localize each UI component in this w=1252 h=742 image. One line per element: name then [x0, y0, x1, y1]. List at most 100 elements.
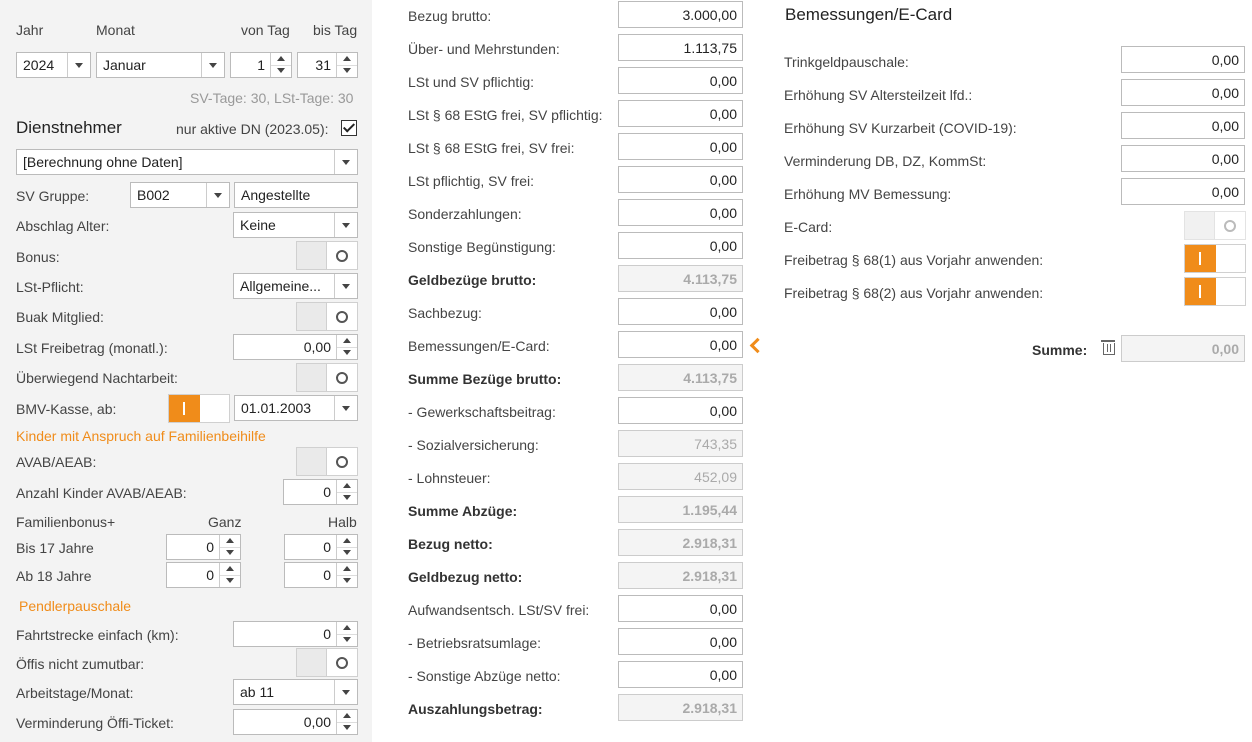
bemessung-row-label: Erhöhung SV Altersteilzeit lfd.: — [784, 87, 973, 103]
kinder-section-title: Kinder mit Anspruch auf Familienbeihilfe — [16, 428, 266, 444]
calc-row-field[interactable]: 0,00 — [618, 331, 743, 358]
spin-down-icon[interactable] — [337, 575, 357, 587]
calc-row-value: 0,00 — [709, 634, 737, 650]
bmv-toggle[interactable] — [168, 394, 230, 423]
bemessung-row-field[interactable]: 0,00 — [1121, 145, 1245, 172]
calc-row-label: Bezug netto: — [408, 536, 493, 552]
spin-down-icon[interactable] — [271, 65, 291, 77]
calc-row-field[interactable]: 0,00 — [618, 67, 743, 94]
chevron-down-icon[interactable] — [67, 53, 90, 77]
calc-row-field[interactable]: 0,00 — [618, 232, 743, 259]
calc-row-label: LSt § 68 EStG frei, SV frei: — [408, 140, 575, 156]
calc-row-label: Sonderzahlungen: — [408, 206, 522, 222]
chevron-down-icon[interactable] — [334, 274, 357, 298]
lst-pflicht-select[interactable]: Allgemeine... — [233, 273, 358, 299]
calc-row-field[interactable]: 0,00 — [618, 595, 743, 622]
chevron-down-icon[interactable] — [334, 680, 357, 704]
calc-row-field[interactable]: 0,00 — [618, 199, 743, 226]
nachtarbeit-toggle[interactable] — [296, 363, 358, 392]
fahrtstrecke-stepper[interactable]: 0 — [233, 621, 358, 647]
spin-down-icon[interactable] — [337, 492, 357, 504]
calc-row-label: - Sonstige Abzüge netto: — [408, 668, 561, 684]
verminderung-stepper[interactable]: 0,00 — [233, 709, 358, 735]
calc-row-field[interactable]: 0,00 — [618, 298, 743, 325]
calc-row-field[interactable]: 0,00 — [618, 397, 743, 424]
chevron-down-icon[interactable] — [334, 396, 357, 420]
calc-row-field[interactable]: 0,00 — [618, 628, 743, 655]
calc-row-label: LSt pflichtig, SV frei: — [408, 173, 535, 189]
day-to-stepper[interactable]: 31 — [297, 52, 358, 78]
bonus-toggle[interactable] — [296, 241, 358, 270]
spin-down-icon[interactable] — [337, 634, 357, 646]
avab-toggle[interactable] — [296, 447, 358, 476]
verminderung-value: 0,00 — [303, 714, 331, 730]
bmv-date-select[interactable]: 01.01.2003 — [234, 395, 358, 421]
year-select[interactable]: 2024 — [16, 52, 91, 78]
calc-row-value: 3.000,00 — [682, 7, 738, 23]
calc-row-field: 2.918,31 — [618, 694, 743, 721]
bis17-ganz-stepper[interactable]: 0 — [166, 534, 241, 560]
oeffis-toggle[interactable] — [296, 648, 358, 677]
spin-down-icon[interactable] — [337, 722, 357, 734]
buak-label: Buak Mitglied: — [16, 309, 104, 325]
bemessung-row-label: Erhöhung SV Kurzarbeit (COVID-19): — [784, 120, 1017, 136]
sv-gruppe-select[interactable]: B002 — [130, 182, 230, 208]
freibetrag2-toggle[interactable] — [1184, 277, 1246, 306]
calc-row-field[interactable]: 0,00 — [618, 166, 743, 193]
calc-row-field[interactable]: 0,00 — [618, 133, 743, 160]
bemessung-row-field[interactable]: 0,00 — [1121, 178, 1245, 205]
arbeitstage-select[interactable]: ab 11 — [233, 679, 358, 705]
bonus-label: Bonus: — [16, 249, 60, 265]
employee-select[interactable]: [Berechnung ohne Daten] — [16, 149, 358, 175]
spin-down-icon[interactable] — [337, 547, 357, 559]
chevron-down-icon[interactable] — [206, 183, 229, 207]
abschlag-select[interactable]: Keine — [233, 212, 358, 238]
spin-down-icon[interactable] — [337, 347, 357, 359]
ab18-halb-stepper[interactable]: 0 — [284, 562, 358, 588]
trash-icon[interactable] — [1101, 340, 1115, 355]
summe-value: 0,00 — [1211, 341, 1239, 357]
chevron-down-icon[interactable] — [334, 150, 357, 174]
abschlag-value: Keine — [240, 217, 276, 233]
summe-field: 0,00 — [1121, 335, 1245, 362]
month-select[interactable]: Januar — [96, 52, 225, 78]
buak-toggle[interactable] — [296, 302, 358, 331]
bemessung-row-value: 0,00 — [1211, 184, 1239, 200]
bis17-halb-stepper[interactable]: 0 — [284, 534, 358, 560]
lst-freibetrag-stepper[interactable]: 0,00 — [233, 334, 358, 360]
day-from-value: 1 — [257, 57, 265, 73]
chevron-left-icon[interactable] — [749, 337, 766, 354]
calc-row-field[interactable]: 1.113,75 — [618, 34, 743, 61]
spin-down-icon[interactable] — [220, 547, 240, 559]
dienstnehmer-title: Dienstnehmer — [16, 118, 122, 137]
bmv-date-value: 01.01.2003 — [241, 400, 312, 416]
calc-row-field[interactable]: 0,00 — [618, 100, 743, 127]
nur-aktiv-checkbox[interactable] — [341, 120, 357, 136]
freibetrag2-label: Freibetrag § 68(2) aus Vorjahr anwenden: — [784, 285, 1044, 301]
calc-row-label: Geldbezüge brutto: — [408, 272, 537, 288]
oeffis-label: Öffis nicht zumutbar: — [16, 656, 145, 672]
bis17-label: Bis 17 Jahre — [16, 540, 94, 556]
ab18-ganz-stepper[interactable]: 0 — [166, 562, 241, 588]
bemessung-row-field[interactable]: 0,00 — [1121, 46, 1245, 73]
chevron-down-icon[interactable] — [334, 213, 357, 237]
calc-row-field[interactable]: 0,00 — [618, 661, 743, 688]
spin-down-icon[interactable] — [337, 65, 357, 77]
ecard-toggle[interactable] — [1184, 211, 1246, 240]
bemessung-row-field[interactable]: 0,00 — [1121, 112, 1245, 139]
day-from-stepper[interactable]: 1 — [230, 52, 292, 78]
chevron-down-icon[interactable] — [201, 53, 224, 77]
anzahl-kinder-stepper[interactable]: 0 — [283, 479, 358, 505]
anzahl-kinder-label: Anzahl Kinder AVAB/AEAB: — [16, 485, 187, 501]
calc-row-field[interactable]: 3.000,00 — [618, 1, 743, 28]
calc-row-value: 2.918,31 — [682, 700, 738, 716]
calc-row-label: Geldbezug netto: — [408, 569, 523, 585]
freibetrag1-toggle[interactable] — [1184, 244, 1246, 273]
bemessung-row-field[interactable]: 0,00 — [1121, 79, 1245, 106]
calc-row-value: 0,00 — [709, 73, 737, 89]
sidebar-panel: Jahr Monat von Tag bis Tag 2024 Januar 1… — [0, 0, 372, 742]
calc-row-value: 4.113,75 — [683, 271, 737, 287]
calc-row-field: 452,09 — [618, 463, 743, 490]
calc-row-value: 2.918,31 — [682, 568, 738, 584]
spin-down-icon[interactable] — [220, 575, 240, 587]
